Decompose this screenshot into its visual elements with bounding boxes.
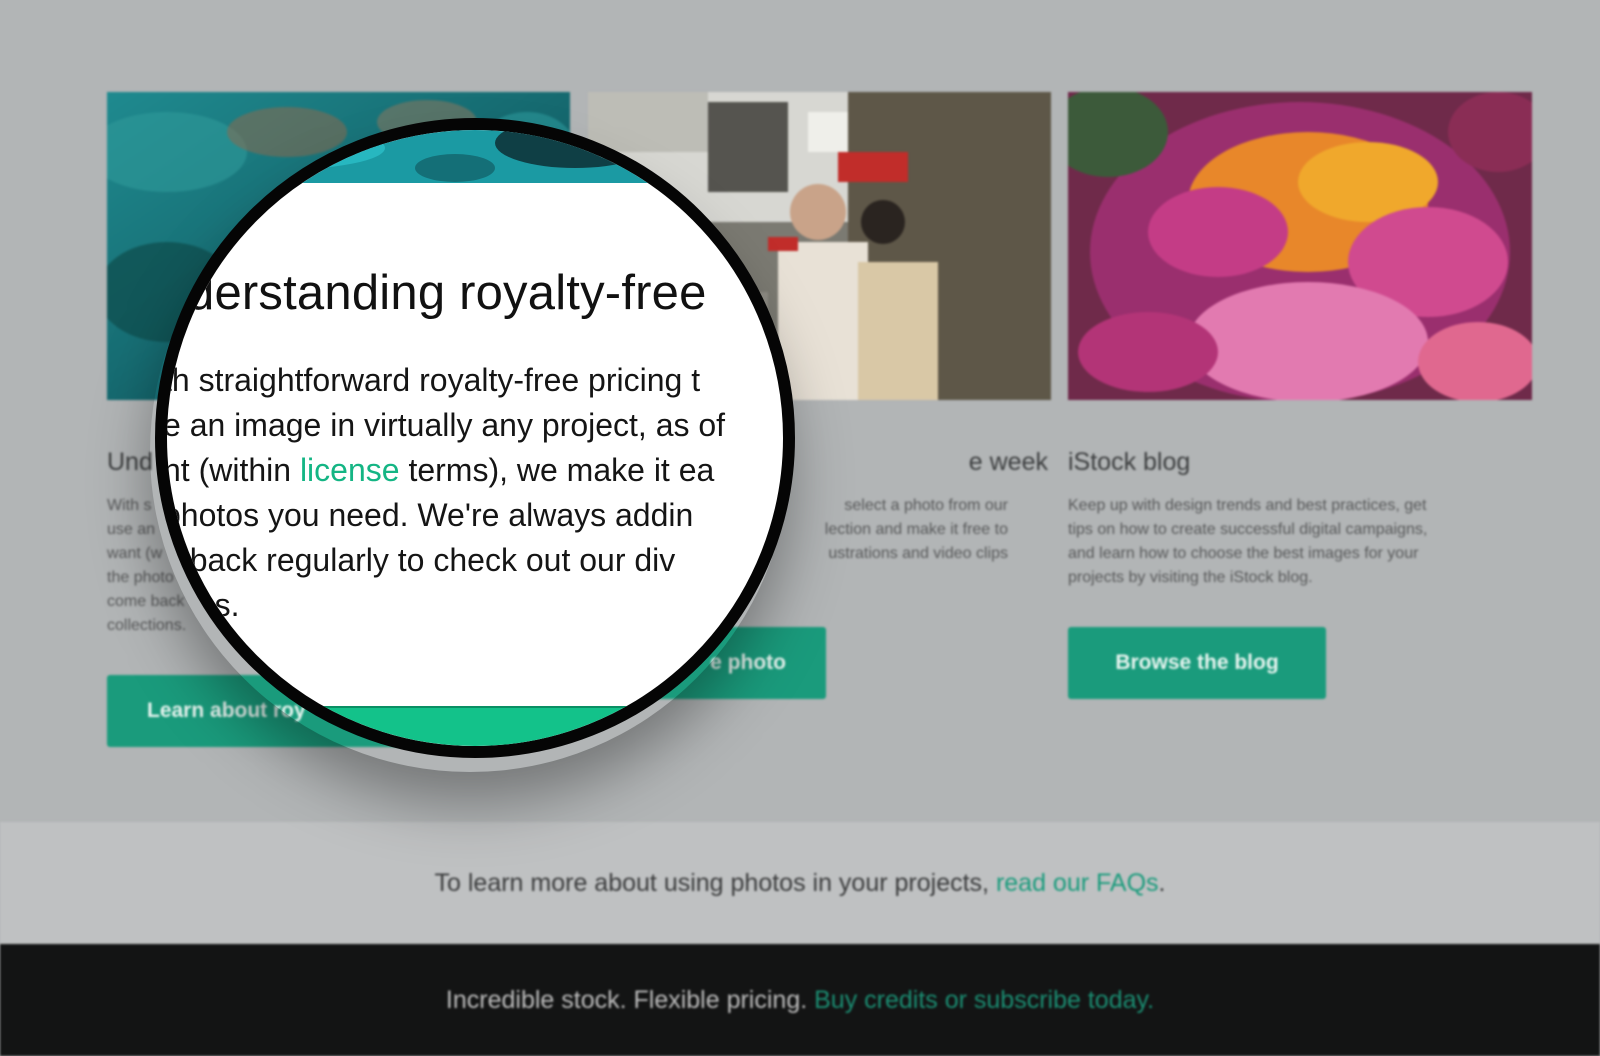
buy-credits-link[interactable]: Buy credits or subscribe today. xyxy=(814,986,1154,1014)
card-description-istock-blog: Keep up with design trends and best prac… xyxy=(1068,497,1428,586)
license-link[interactable]: license xyxy=(300,452,400,488)
card-title-istock-blog: iStock blog xyxy=(1068,448,1191,476)
faq-banner: To learn more about using photos in your… xyxy=(0,822,1600,944)
faq-period: . xyxy=(1158,869,1166,897)
faq-link[interactable]: read our FAQs xyxy=(996,869,1159,897)
browse-the-blog-button[interactable]: Browse the blog xyxy=(1068,627,1326,699)
card-title-royalty-free: Und xyxy=(107,448,153,476)
footer-text: Incredible stock. Flexible pricing. xyxy=(445,986,815,1014)
magnified-paragraph: th straightforward royalty-free pricing … xyxy=(163,362,726,623)
holi-hands-image[interactable] xyxy=(1068,92,1532,400)
magnified-heading: derstanding royalty-free xyxy=(187,266,707,320)
magnifier-lens: derstanding royalty-free th straightforw… xyxy=(155,118,795,758)
pricing-footer-banner: Incredible stock. Flexible pricing. Buy … xyxy=(0,944,1600,1056)
faq-text: To learn more about using photos in your… xyxy=(434,869,996,897)
